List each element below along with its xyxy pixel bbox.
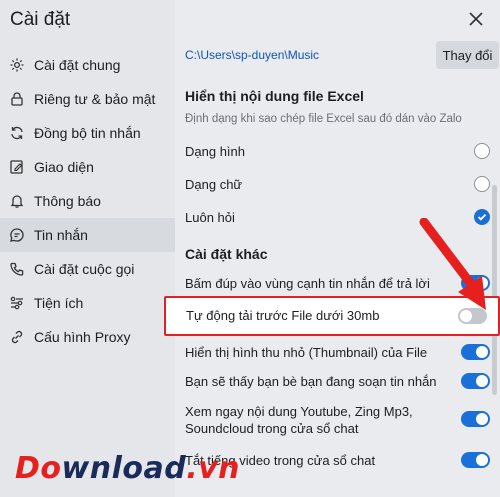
sidebar-item-calls[interactable]: Cài đặt cuộc gọi [0, 252, 175, 286]
setting-label-line1: Xem ngay nội dung Youtube, Zing Mp3, [185, 404, 413, 419]
sidebar-item-label: Tiện ích [34, 295, 84, 311]
toggle-switch[interactable] [461, 411, 490, 427]
gear-icon [10, 58, 24, 72]
setting-typing-indicator[interactable]: Bạn sẽ thấy bạn bè bạn đang soạn tin nhắ… [185, 369, 490, 393]
sidebar-item-label: Đồng bộ tin nhắn [34, 125, 141, 141]
watermark-part1: Do [15, 451, 62, 486]
sidebar-item-appearance[interactable]: Giao diện [0, 150, 175, 184]
sidebar-item-label: Cài đặt cuộc gọi [34, 261, 135, 277]
sync-icon [11, 126, 23, 140]
phone-icon [10, 262, 24, 276]
other-section-title: Cài đặt khác [185, 246, 268, 262]
sidebar-item-general[interactable]: Cài đặt chung [0, 48, 175, 82]
setting-label: Bạn sẽ thấy bạn bè bạn đang soạn tin nhắ… [185, 373, 437, 389]
change-path-button[interactable]: Thay đổi [436, 41, 499, 69]
setting-label: Bấm đúp vào vùng cạnh tin nhắn để trả lờ… [185, 275, 430, 291]
toggle-switch[interactable] [461, 344, 490, 360]
sidebar-item-notifications[interactable]: Thông báo [0, 184, 175, 218]
setting-label: Hiển thị hình thu nhỏ (Thumbnail) của Fi… [185, 344, 428, 360]
download-path: C:\Users\sp-duyen\Music [185, 48, 320, 62]
sidebar-item-label: Cấu hình Proxy [34, 329, 131, 345]
excel-section-title: Hiển thị nội dung file Excel [185, 88, 364, 104]
annotation-arrow-icon [419, 218, 486, 310]
toggle-switch[interactable] [461, 373, 490, 389]
sidebar-item-utilities[interactable]: Tiện ích [0, 286, 175, 320]
setting-label: Tự động tải trước File dưới 30mb [186, 308, 380, 323]
bell-icon [10, 195, 24, 208]
setting-inline-media[interactable]: Xem ngay nội dung Youtube, Zing Mp3, Sou… [185, 403, 490, 439]
excel-section-desc: Định dạng khi sao chép file Excel sau đó… [185, 113, 462, 125]
utilities-icon [10, 296, 23, 310]
option-label: Luôn hỏi [185, 209, 235, 225]
proxy-icon [11, 330, 23, 344]
settings-title: Cài đặt [10, 9, 71, 30]
download-path-row: C:\Users\sp-duyen\Music Thay đổi [185, 40, 500, 72]
close-icon[interactable] [465, 8, 487, 30]
chat-icon [10, 228, 24, 242]
edit-icon [10, 160, 23, 174]
radio-button[interactable] [474, 176, 490, 192]
sidebar-item-privacy[interactable]: Riêng tư & bảo mật [0, 82, 175, 116]
option-label: Dạng chữ [185, 176, 243, 192]
sidebar-item-proxy[interactable]: Cấu hình Proxy [0, 320, 175, 354]
sidebar-item-label: Riêng tư & bảo mật [34, 91, 156, 107]
sidebar-item-label: Thông báo [34, 193, 101, 209]
sidebar-item-label: Giao diện [34, 159, 94, 175]
setting-show-thumbnail[interactable]: Hiển thị hình thu nhỏ (Thumbnail) của Fi… [185, 340, 490, 364]
option-label: Dạng hình [185, 143, 245, 159]
setting-label: Xem ngay nội dung Youtube, Zing Mp3, Sou… [185, 403, 413, 437]
watermark-part2: wnload [61, 451, 187, 486]
watermark-part3: .vn [186, 451, 241, 486]
sidebar-nav: Cài đặt chung Riêng tư & bảo mật Đồng bộ… [0, 48, 175, 354]
setting-label-line2: Soundcloud trong cửa sổ chat [185, 421, 359, 436]
sidebar-item-messages[interactable]: Tin nhắn [0, 218, 175, 252]
excel-option-text[interactable]: Dạng chữ [185, 172, 490, 196]
sidebar-item-label: Tin nhắn [34, 227, 88, 243]
settings-sidebar: Cài đặt Cài đặt chung Riêng tư & bảo mật… [0, 0, 175, 497]
toggle-switch[interactable] [461, 452, 490, 468]
watermark-logo: Download.vn [15, 451, 240, 486]
excel-option-image[interactable]: Dạng hình [185, 139, 490, 163]
lock-icon [11, 92, 23, 106]
sidebar-item-sync[interactable]: Đồng bộ tin nhắn [0, 116, 175, 150]
sidebar-item-label: Cài đặt chung [34, 57, 121, 73]
radio-button[interactable] [474, 143, 490, 159]
